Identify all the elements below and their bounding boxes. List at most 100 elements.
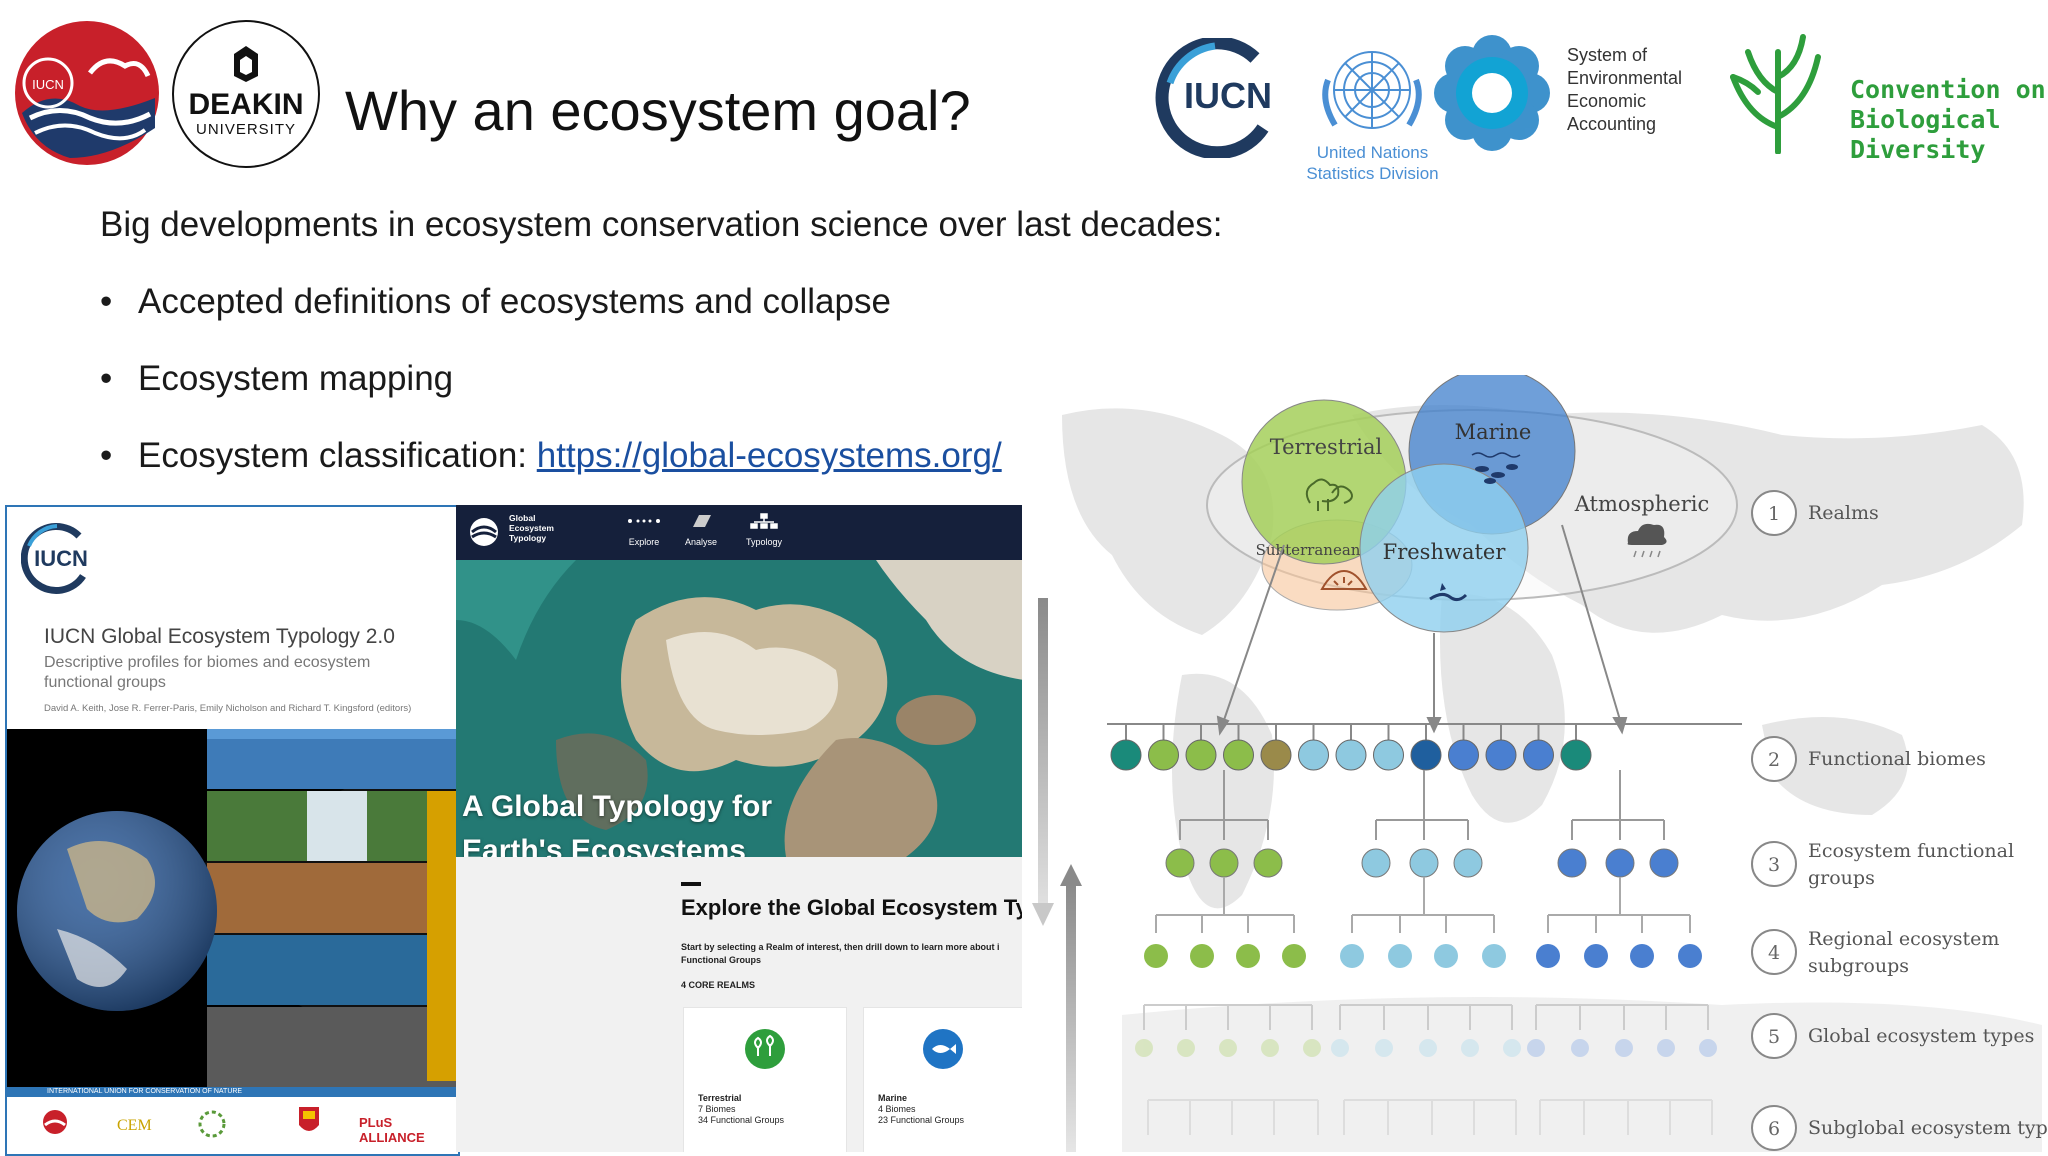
hero-title-line2: Earth's Ecosystems (462, 834, 746, 857)
level-number: 1 (1768, 503, 1780, 525)
redlist-logo (43, 1110, 67, 1134)
ces-logo (198, 1110, 226, 1138)
biome-node (1185, 739, 1217, 771)
iucn-logo-text: IUCN (1184, 75, 1272, 116)
get-logo-icon (470, 518, 498, 546)
seea-logo (1434, 35, 1550, 151)
level-label: Subglobal ecosystem types (1808, 1117, 2048, 1139)
biome-node (1523, 739, 1554, 771)
ecosystems-link[interactable]: https://global-ecosystems.org/ (537, 436, 1002, 475)
typology-book-cover: IUCN IUCN Global Ecosystem Typology 2.0 … (5, 505, 460, 1156)
explore-icon (628, 519, 660, 523)
fish-icon (923, 1029, 963, 1069)
section-text-line1: Start by selecting a Realm of interest, … (681, 942, 1000, 952)
level-number: 6 (1768, 1118, 1780, 1140)
seea-line3: Economic (1567, 91, 1647, 111)
deakin-name: DEAKIN (188, 88, 303, 121)
brand-line3: Typology (509, 533, 547, 543)
level-label: Ecosystem functional (1808, 840, 2014, 862)
cbd-line1: Convention on (1850, 75, 2046, 104)
biome-node (1260, 739, 1292, 771)
card-terrestrial-biomes: 7 Biomes (698, 1104, 736, 1114)
biome-node (1560, 739, 1592, 771)
intro-text: Big developments in ecosystem conservati… (100, 205, 1223, 244)
cbd-leaf-logo (1730, 34, 1821, 154)
level-label: Global ecosystem types (1808, 1025, 2034, 1047)
realm-label-subterranean: Subterranean (1256, 541, 1361, 559)
cem-logo: CEM (117, 1117, 152, 1134)
bullet-3: • Ecosystem classification: https://globa… (100, 436, 1002, 475)
cover-artwork (7, 729, 458, 1089)
deakin-sub: UNIVERSITY (196, 121, 296, 138)
card-marine-groups: 23 Functional Groups (878, 1115, 965, 1125)
realm-card-terrestrial[interactable]: Terrestrial 7 Biomes 34 Functional Group… (683, 1007, 847, 1152)
un-line1: United Nations (1316, 143, 1429, 162)
level-label: Regional ecosystem (1808, 928, 1999, 950)
level-number: 5 (1768, 1026, 1780, 1048)
realm-label-freshwater: Freshwater (1383, 540, 1507, 564)
typology-icon (750, 513, 778, 529)
level-number: 3 (1768, 854, 1780, 876)
down-arrow (1032, 598, 1054, 926)
bullet-2: • Ecosystem mapping (100, 359, 454, 398)
un-emblem (1322, 51, 1422, 129)
biome-node (1223, 739, 1254, 771)
level-label: groups (1808, 867, 1875, 889)
cbd-line2: Biological Diversity (1850, 105, 2001, 164)
core-realms-label: 4 CORE REALMS (681, 980, 756, 990)
plus-alliance-logo: PLuS ALLIANCE (359, 1115, 425, 1145)
section-divider (681, 882, 701, 886)
biome-node (1298, 739, 1329, 771)
typology-hierarchy-diagram: Terrestrial Marine Atmospheric Subterran… (1022, 375, 2048, 1152)
unsw-logo (299, 1107, 319, 1131)
nav-analyse[interactable]: Analyse (681, 513, 721, 547)
realm-label-atmospheric: Atmospheric (1574, 492, 1709, 516)
cover-editors: David A. Keith, Jose R. Ferrer-Paris, Em… (44, 703, 412, 714)
realm-label-marine: Marine (1455, 420, 1532, 444)
level-label: Realms (1808, 502, 1879, 524)
card-terrestrial-groups: 34 Functional Groups (698, 1115, 785, 1125)
card-marine-biomes: 4 Biomes (878, 1104, 916, 1114)
tree-icon (745, 1029, 785, 1069)
website-navbar: Global Ecosystem Typology Explore Analys… (456, 505, 1024, 560)
biome-node (1335, 739, 1367, 771)
up-arrow (1060, 864, 1082, 1152)
hero-title-line1: A Global Typology for (462, 790, 772, 823)
bullet-1: • Accepted definitions of ecosystems and … (100, 282, 891, 321)
deakin-logo: DEAKIN UNIVERSITY (172, 20, 320, 168)
biome-node (1148, 739, 1179, 771)
biome-node (1410, 739, 1442, 771)
section-text-line2: Functional Groups (681, 955, 761, 965)
biome-node (1110, 739, 1142, 771)
realm-card-marine[interactable]: Marine 4 Biomes 23 Functional Groups (863, 1007, 1024, 1152)
brand-line2: Ecosystem (509, 523, 554, 533)
seea-line1: System of (1567, 45, 1648, 65)
card-terrestrial-name: Terrestrial (698, 1093, 742, 1103)
level-label: Functional biomes (1808, 748, 1986, 770)
biome-node (1373, 739, 1404, 771)
global-ecosystem-types (1135, 1039, 1717, 1057)
level-number: 4 (1768, 942, 1780, 964)
iucn-logo: IUCN (1155, 38, 1272, 158)
iucn-red-logo: IUCN (15, 21, 159, 165)
realm-label-terrestrial: Terrestrial (1270, 435, 1383, 459)
cover-title: IUCN Global Ecosystem Typology 2.0 (44, 625, 395, 648)
website-screenshot: Global Ecosystem Typology Explore Analys… (456, 505, 1024, 1152)
website-hero: A Global Typology for Earth's Ecosystems (456, 560, 1024, 857)
seea-line2: Environmental (1567, 68, 1683, 88)
brand-line1: Global (509, 513, 536, 523)
biome-node (1485, 739, 1517, 771)
iucn-red-logo-text: IUCN (32, 77, 64, 92)
cover-iucn-logo: IUCN (21, 523, 88, 594)
cover-footer: INTERNATIONAL UNION FOR CONSERVATION OF … (7, 1087, 458, 1097)
cover-subtitle: Descriptive profiles for biomes and ecos… (44, 654, 371, 691)
seea-line4: Accounting (1567, 114, 1657, 134)
card-marine-name: Marine (878, 1093, 908, 1103)
nav-typology[interactable]: Typology (739, 513, 789, 547)
nav-explore[interactable]: Explore (624, 513, 664, 547)
biome-node (1448, 739, 1479, 771)
svg-text:IUCN: IUCN (34, 546, 88, 571)
level-label: subgroups (1808, 955, 1909, 977)
level-number: 2 (1768, 749, 1780, 771)
analyse-icon (693, 515, 711, 527)
